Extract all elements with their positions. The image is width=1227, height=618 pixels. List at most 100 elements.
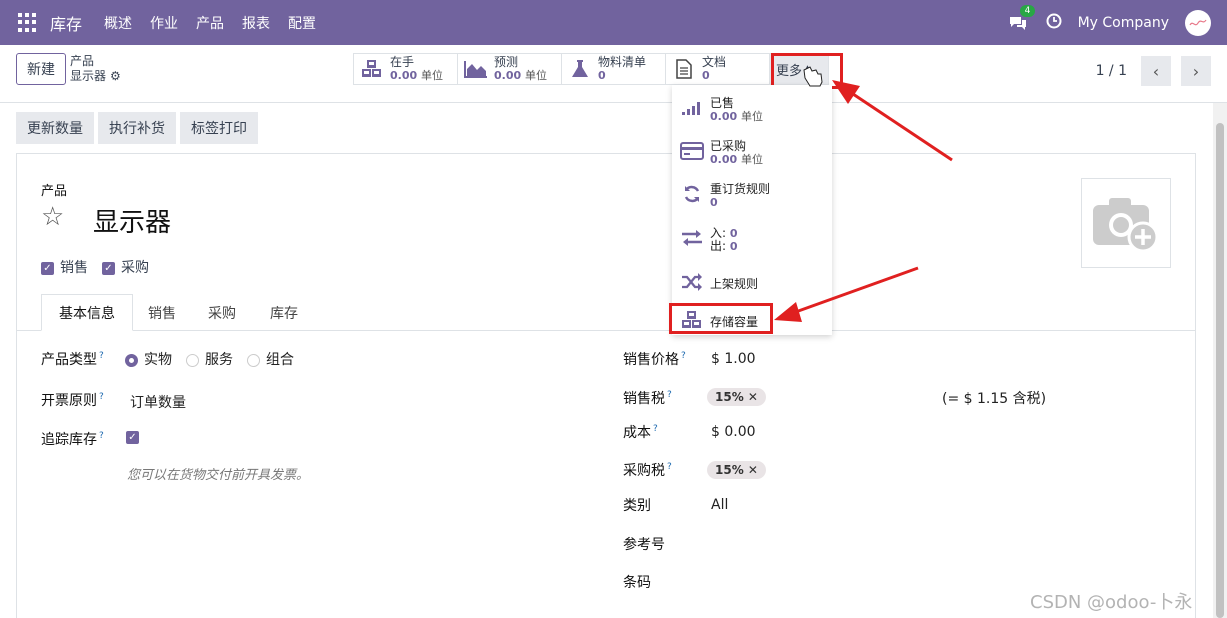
category-field[interactable]: All [711, 497, 728, 513]
sale-price-label: 销售价格? [623, 351, 686, 368]
invoice-hint: 您可以在货物交付前开具发票。 [127, 468, 310, 483]
new-button[interactable]: 新建 [16, 53, 66, 85]
cost-label: 成本? [623, 424, 658, 441]
sale-price-field[interactable]: $ 1.00 [711, 351, 756, 367]
dropdown-item-reorder-rules[interactable]: 重订货规则 0 [680, 183, 770, 209]
menu-overview[interactable]: 概述 [104, 13, 132, 33]
page-scrollbar[interactable] [1213, 103, 1227, 618]
product-name-field[interactable]: 显示器 [93, 202, 171, 239]
sales-tax-label: 销售税? [623, 390, 672, 407]
storage-capacity-highlight [669, 303, 773, 334]
tax-included-amount: (= $ 1.15 含税) [942, 391, 1047, 407]
random-icon [680, 273, 704, 296]
dropdown-item-in-out[interactable]: 入: 0 出: 0 [680, 227, 738, 253]
can-be-purchased-checkbox[interactable]: ✓ [102, 261, 115, 275]
bom-button[interactable]: 物料清单 0 [562, 54, 666, 84]
apps-grid-icon[interactable] [18, 12, 38, 33]
purchase-tax-tag[interactable]: 15% ✕ [707, 461, 766, 479]
sold-unit: 单位 [740, 110, 763, 123]
documents-button[interactable]: 文档 0 [666, 54, 770, 84]
product-type-radio-group: 实物 服务 组合 [125, 349, 294, 369]
messages-count-badge: 4 [1019, 4, 1036, 17]
purchased-title: 已采购 [710, 139, 747, 153]
activity-clock-icon[interactable] [1046, 13, 1062, 33]
can-be-sold-checkbox[interactable]: ✓ [41, 261, 54, 275]
update-quantity-button[interactable]: 更新数量 [16, 112, 94, 144]
in-value: 0 [729, 227, 738, 240]
scrollbar-thumb[interactable] [1216, 123, 1224, 618]
on-hand-unit: 单位 [420, 69, 443, 82]
track-inventory-label: 追踪库存? [41, 431, 104, 448]
more-button-highlight [771, 53, 843, 89]
exchange-icon [680, 229, 704, 252]
can-be-sold-label: 销售 [60, 260, 88, 276]
pager-next-button[interactable]: › [1181, 56, 1211, 86]
menu-products[interactable]: 产品 [196, 13, 224, 33]
notebook-tabs: 基本信息 销售 采购 库存 [17, 290, 1195, 331]
forecast-unit: 单位 [524, 69, 547, 82]
type-option-service[interactable]: 服务 [186, 349, 233, 369]
tab-sales[interactable]: 销售 [137, 294, 187, 331]
tab-inventory[interactable]: 库存 [259, 294, 309, 331]
pager: 1 / 1 ‹ › [1096, 56, 1211, 86]
forecast-value: 0.00 [494, 69, 522, 82]
out-label: 出: [710, 239, 727, 253]
replenish-button[interactable]: 执行补货 [98, 112, 176, 144]
remove-tag-icon[interactable]: ✕ [748, 390, 758, 404]
refresh-icon [680, 184, 704, 209]
product-caption: 产品 [41, 184, 68, 199]
menu-reporting[interactable]: 报表 [242, 13, 270, 33]
remove-tag-icon[interactable]: ✕ [748, 463, 758, 477]
messages-icon[interactable]: 4 [1008, 4, 1036, 32]
forecast-button[interactable]: 预测 0.00 单位 [458, 54, 562, 84]
tab-purchase[interactable]: 采购 [197, 294, 247, 331]
bom-title: 物料清单 [598, 55, 647, 69]
pager-value[interactable]: 1 / 1 [1096, 63, 1127, 79]
sold-title: 已售 [710, 96, 735, 110]
purchase-tax-label: 采购税? [623, 462, 672, 479]
top-navbar: 库存 概述 作业 产品 报表 配置 4 My Company [0, 0, 1227, 45]
invoice-policy-field[interactable]: 订单数量 [130, 392, 186, 412]
track-inventory-checkbox[interactable]: ✓ [126, 431, 139, 444]
out-value: 0 [729, 240, 738, 253]
menu-configuration[interactable]: 配置 [288, 13, 316, 33]
sales-tax-tag[interactable]: 15% ✕ [707, 388, 766, 406]
dropdown-item-purchased[interactable]: 已采购 0.00 单位 [680, 140, 763, 166]
more-dropdown-menu: 已售 0.00 单位 已采购 0.00 单位 重订货规则 0 入: 0 出: 0 [672, 85, 832, 335]
dropdown-item-putaway-rules[interactable]: 上架规则 [680, 273, 758, 296]
product-image-placeholder[interactable] [1081, 178, 1171, 268]
category-label: 类别 [623, 498, 651, 514]
menu-operations[interactable]: 作业 [150, 13, 178, 33]
reorder-rules-title: 重订货规则 [710, 182, 771, 196]
on-hand-button[interactable]: 在手 0.00 单位 [354, 54, 458, 84]
company-switcher[interactable]: My Company [1078, 15, 1169, 31]
sale-purchase-checkboxes: ✓ 销售 ✓ 采购 [41, 257, 149, 277]
type-option-combo[interactable]: 组合 [247, 349, 294, 369]
form-sheet: 产品 ☆ 显示器 ✓ 销售 ✓ 采购 基本信息 销售 采购 库存 产品类型? 实物 … [16, 153, 1196, 618]
star-icon[interactable]: ☆ [41, 202, 64, 232]
in-label: 入: [710, 226, 727, 240]
forecast-title: 预测 [494, 55, 519, 69]
user-avatar[interactable] [1185, 9, 1211, 36]
putaway-rules-title: 上架规则 [710, 277, 759, 291]
sold-value: 0.00 [710, 110, 738, 123]
pager-previous-button[interactable]: ‹ [1141, 56, 1171, 86]
breadcrumb-parent[interactable]: 产品 [70, 54, 121, 69]
flask-icon [568, 59, 592, 79]
documents-title: 文档 [702, 55, 727, 69]
cost-field[interactable]: $ 0.00 [711, 424, 756, 440]
print-labels-button[interactable]: 标签打印 [180, 112, 258, 144]
signal-icon [680, 100, 704, 121]
can-be-purchased-label: 采购 [121, 260, 149, 276]
reorder-rules-value: 0 [710, 196, 718, 209]
dropdown-item-sold[interactable]: 已售 0.00 单位 [680, 97, 763, 123]
tab-general-info[interactable]: 基本信息 [41, 294, 133, 331]
product-type-label: 产品类型? [41, 351, 104, 368]
gear-icon[interactable]: ⚙ [110, 69, 121, 83]
camera-plus-icon [1093, 198, 1159, 253]
app-name[interactable]: 库存 [50, 11, 82, 35]
file-icon [672, 59, 696, 79]
on-hand-title: 在手 [390, 55, 415, 69]
type-option-goods[interactable]: 实物 [125, 349, 172, 369]
cubes-icon [360, 59, 384, 79]
